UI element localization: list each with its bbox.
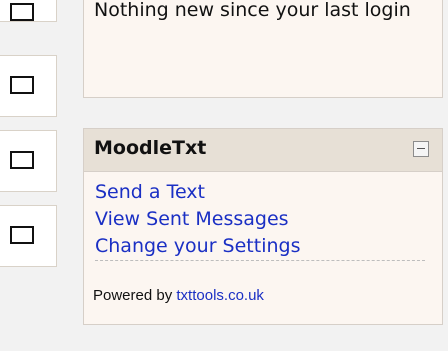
collapse-icon[interactable] bbox=[413, 141, 429, 157]
left-cell-1 bbox=[0, 0, 57, 22]
moodletxt-block: MoodleTxt Send a Text View Sent Messages… bbox=[83, 128, 443, 325]
moodletxt-links: Send a Text View Sent Messages Change yo… bbox=[95, 179, 425, 261]
checkbox[interactable] bbox=[10, 3, 34, 21]
left-cell-3 bbox=[0, 130, 57, 192]
checkbox[interactable] bbox=[10, 226, 34, 244]
left-cell-4 bbox=[0, 205, 57, 267]
recent-activity-block: Nothing new since your last login bbox=[83, 0, 443, 98]
powered-by: Powered by txttools.co.uk bbox=[93, 287, 264, 304]
send-text-link[interactable]: Send a Text bbox=[95, 179, 425, 206]
checkbox[interactable] bbox=[10, 151, 34, 169]
powered-by-label: Powered by bbox=[93, 287, 173, 304]
moodletxt-title: MoodleTxt bbox=[94, 137, 207, 159]
left-cell-2 bbox=[0, 55, 57, 117]
txttools-link[interactable]: txttools.co.uk bbox=[176, 287, 264, 304]
change-settings-link[interactable]: Change your Settings bbox=[95, 233, 425, 261]
recent-activity-message: Nothing new since your last login bbox=[94, 0, 411, 21]
checkbox[interactable] bbox=[10, 76, 34, 94]
view-sent-messages-link[interactable]: View Sent Messages bbox=[95, 206, 425, 233]
moodletxt-header: MoodleTxt bbox=[84, 129, 442, 172]
